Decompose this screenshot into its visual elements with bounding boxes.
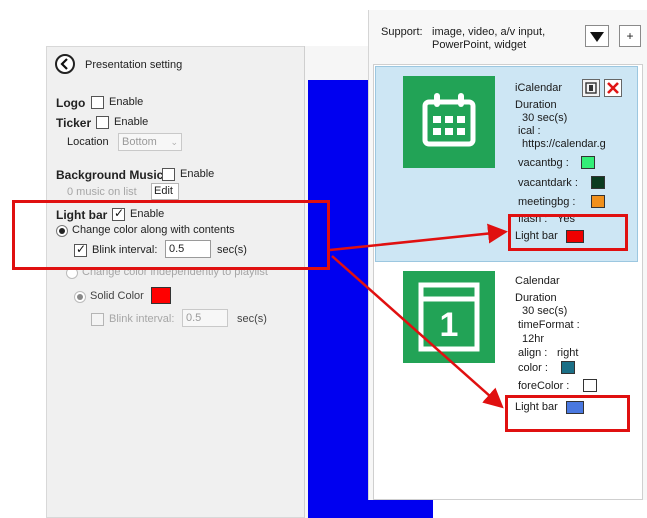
icalendar-tile: [403, 76, 495, 168]
triangle-down-icon: [590, 32, 604, 42]
calendar-lightbar-highlight-box: [505, 395, 630, 432]
icalendar-lightbar-highlight-box: [508, 214, 628, 251]
close-icon: [607, 82, 619, 94]
support-label: Support:: [381, 26, 423, 38]
blink-interval-2-label: Blink interval:: [109, 313, 175, 325]
widget-delete-button[interactable]: [604, 79, 622, 97]
vacantdark-label: vacantdark :: [518, 177, 578, 189]
blink-interval-2-unit: sec(s): [237, 313, 267, 325]
ticker-enable-label: Enable: [114, 116, 149, 128]
vacantbg-label: vacantbg :: [518, 157, 569, 169]
calendar-name: Calendar: [515, 275, 560, 287]
location-select-value: Bottom: [122, 136, 157, 148]
solid-color-label: Solid Color: [90, 290, 144, 302]
icalendar-ical-value: https://calendar.g: [522, 138, 606, 150]
meetingbg-swatch: [591, 195, 605, 208]
ticker-label: Ticker: [56, 116, 92, 130]
calendar-duration-label: Duration: [515, 292, 557, 304]
align-label: align :: [518, 347, 548, 359]
support-text-line-2: PowerPoint, widget: [432, 39, 527, 51]
blink-interval-2-input[interactable]: 0.5: [182, 309, 228, 327]
background-music-checkbox[interactable]: [162, 168, 175, 181]
vacantbg-swatch: [581, 156, 595, 169]
ticker-enable-checkbox[interactable]: [96, 116, 109, 129]
support-text-line-1: image, video, a/v input,: [432, 26, 546, 38]
icalendar-duration-label: Duration: [515, 99, 557, 111]
icalendar-name: iCalendar: [515, 82, 563, 94]
logo-enable-checkbox[interactable]: [91, 96, 104, 109]
edit-music-button[interactable]: Edit: [151, 183, 179, 200]
settings-icon: [585, 82, 597, 94]
light-bar-highlight-box: [12, 200, 330, 270]
chevron-left-icon: [60, 58, 68, 70]
background-music-enable-label: Enable: [180, 168, 215, 180]
forecolor-label: foreColor :: [518, 380, 570, 392]
solid-color-radio[interactable]: [74, 291, 86, 303]
logo-enable-label: Enable: [109, 96, 144, 108]
calendar-grid-icon: [422, 93, 476, 147]
calendar-tile-number: 1: [439, 306, 459, 344]
dropdown-button[interactable]: [585, 25, 609, 47]
timeformat-value: 12hr: [522, 333, 545, 345]
back-button[interactable]: [55, 54, 75, 74]
timeformat-label: timeFormat :: [518, 319, 580, 331]
page-title: Presentation setting: [85, 59, 183, 71]
icalendar-ical-label: ical :: [518, 125, 541, 137]
chevron-down-icon: ⌄: [170, 137, 178, 147]
forecolor-swatch: [583, 379, 597, 392]
icalendar-duration-value: 30 sec(s): [522, 112, 568, 124]
color-swatch: [561, 361, 575, 374]
add-button[interactable]: +: [619, 25, 641, 47]
background-music-label: Background Music: [56, 168, 164, 182]
calendar-tile: 1: [403, 271, 495, 363]
logo-label: Logo: [56, 96, 86, 110]
music-count-text: 0 music on list: [67, 186, 137, 198]
calendar-duration-value: 30 sec(s): [522, 305, 568, 317]
blink-interval-2-checkbox[interactable]: [91, 313, 104, 326]
meetingbg-label: meetingbg :: [518, 196, 576, 208]
location-select[interactable]: Bottom ⌄: [118, 133, 182, 151]
widget-settings-button[interactable]: [582, 79, 600, 97]
vacantdark-swatch: [591, 176, 605, 189]
location-label: Location: [67, 136, 109, 148]
color-label: color :: [518, 362, 548, 374]
align-value: right: [557, 347, 579, 359]
solid-color-swatch[interactable]: [151, 287, 171, 304]
